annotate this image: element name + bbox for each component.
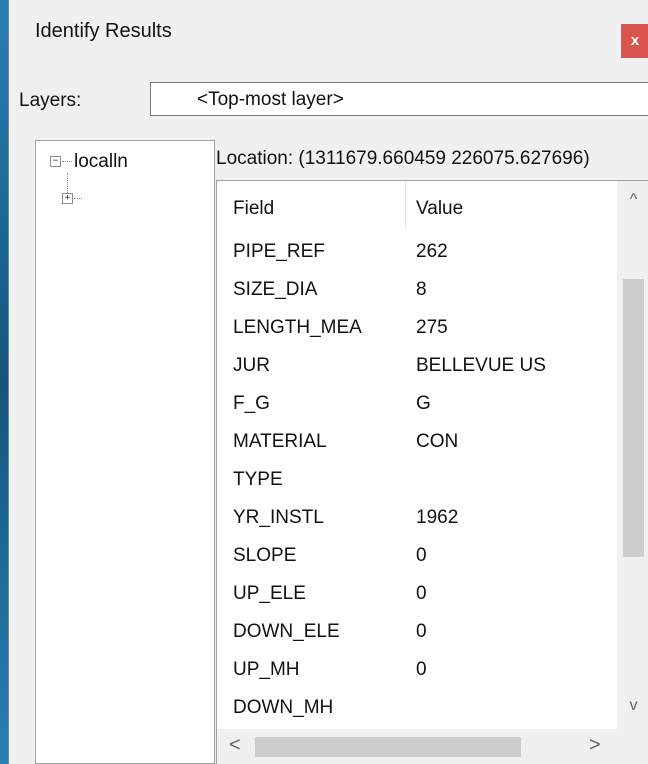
field-name-cell: UP_ELE	[233, 583, 306, 604]
table-row[interactable]: UP_MH 0	[217, 659, 617, 697]
field-name-cell: UP_MH	[233, 659, 300, 680]
field-value-cell: G	[416, 393, 431, 414]
scroll-right-icon[interactable]: >	[589, 734, 601, 757]
field-name-cell: TYPE	[233, 469, 283, 490]
field-value-cell: 0	[416, 583, 427, 604]
column-header-value[interactable]: Value	[416, 198, 463, 220]
expand-icon[interactable]: +	[62, 193, 73, 204]
table-row[interactable]: SLOPE 0	[217, 545, 617, 583]
field-value-cell: 0	[416, 659, 427, 680]
table-row[interactable]: LENGTH_MEA 275	[217, 317, 617, 355]
table-row[interactable]: YR_INSTL 1962	[217, 507, 617, 545]
layers-dropdown[interactable]: <Top-most layer>	[150, 82, 648, 116]
vertical-scrollbar[interactable]: ^ v	[617, 181, 648, 729]
window-title: Identify Results	[35, 20, 172, 42]
scroll-up-icon[interactable]: ^	[617, 191, 648, 209]
title-bar[interactable]: Identify Results x	[9, 0, 648, 68]
field-name-cell: LENGTH_MEA	[233, 317, 362, 338]
horizontal-scroll-thumb[interactable]	[255, 737, 521, 757]
table-row[interactable]: UP_ELE 0	[217, 583, 617, 621]
horizontal-scrollbar[interactable]: < >	[217, 729, 617, 764]
field-value-cell: 0	[416, 621, 427, 642]
field-name-cell: SLOPE	[233, 545, 297, 566]
tree-connector	[62, 161, 72, 162]
table-row[interactable]: F_G G	[217, 393, 617, 431]
attribute-grid: Field Value PIPE_REF 262 SIZE_DIA 8 LENGTH_M…	[216, 180, 648, 764]
table-row[interactable]: MATERIAL CON	[217, 431, 617, 469]
field-value-cell: 0	[416, 545, 427, 566]
field-name-cell: JUR	[233, 355, 270, 376]
layer-tree[interactable]: − localln +	[35, 140, 215, 764]
tree-connector	[74, 198, 82, 199]
field-name-cell: SIZE_DIA	[233, 279, 318, 300]
field-value-cell: CON	[416, 431, 459, 452]
table-row[interactable]: SIZE_DIA 8	[217, 279, 617, 317]
table-row[interactable]: DOWN_ELE 0	[217, 621, 617, 659]
field-value-cell: BELLEVUE US	[416, 355, 546, 376]
layers-label: Layers:	[19, 90, 82, 111]
table-row[interactable]: JUR BELLEVUE US	[217, 355, 617, 393]
vertical-scroll-thumb[interactable]	[623, 279, 644, 557]
field-value-cell: 275	[416, 317, 448, 338]
field-name-cell: F_G	[233, 393, 270, 414]
scroll-down-icon[interactable]: v	[617, 697, 648, 715]
field-value-cell: 8	[416, 279, 427, 300]
column-divider[interactable]	[405, 181, 406, 229]
table-row[interactable]: PIPE_REF 262	[217, 241, 617, 279]
scrollbar-corner	[617, 729, 648, 764]
field-name-cell: PIPE_REF	[233, 241, 325, 262]
field-name-cell: MATERIAL	[233, 431, 327, 452]
scroll-left-icon[interactable]: <	[229, 734, 241, 757]
location-readout: Location: (1311679.660459 226075.627696)	[216, 148, 590, 169]
field-name-cell: YR_INSTL	[233, 507, 324, 528]
collapse-icon[interactable]: −	[50, 156, 61, 167]
field-name-cell: DOWN_ELE	[233, 621, 340, 642]
table-row[interactable]: TYPE	[217, 469, 617, 507]
tree-node-localln[interactable]: localln	[74, 151, 128, 173]
layers-selected-value: <Top-most layer>	[197, 89, 344, 110]
identify-results-window: Identify Results x Layers: <Top-most lay…	[8, 0, 648, 764]
field-value-cell: 262	[416, 241, 448, 262]
field-name-cell: DOWN_MH	[233, 697, 334, 718]
field-value-cell: 1962	[416, 507, 459, 528]
close-button[interactable]: x	[621, 24, 648, 58]
column-header-field[interactable]: Field	[233, 198, 274, 220]
